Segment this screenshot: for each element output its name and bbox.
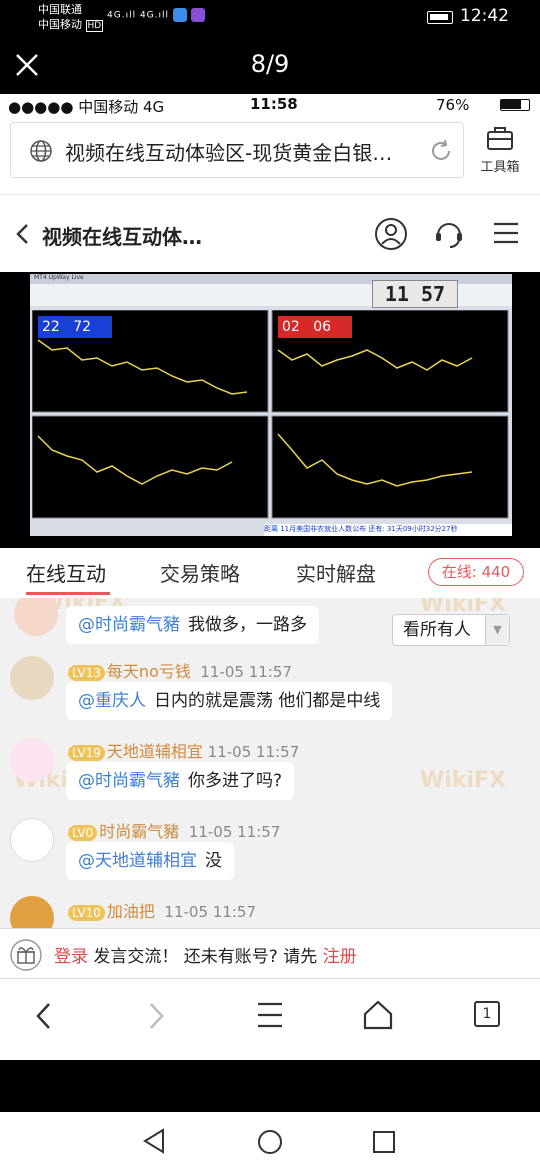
message-bubble: @时尚霸气豬 你多进了吗?: [66, 762, 295, 800]
message-meta: LV0 时尚霸气豬 11-05 11:57: [68, 818, 280, 842]
avatar[interactable]: [10, 656, 54, 700]
message-time: 11-05 11:57: [207, 743, 300, 761]
bid-price-1: 22: [42, 319, 60, 335]
register-link[interactable]: 注册: [323, 947, 357, 967]
view-all-label: 看所有人: [403, 620, 471, 640]
login-prompt-bar: 登录 发言交流！ 还未有账号? 请先 注册: [0, 928, 540, 978]
chat-list: WikiFX WikiFX WikiFX WikiFX @时尚霸气豬我做多，一路…: [0, 598, 540, 928]
chevron-down-icon: ▼: [485, 615, 509, 645]
user-icon[interactable]: [374, 217, 408, 251]
ask-price-1: 72: [73, 319, 92, 335]
trading-platform-window: MT4 UpWay Live 11 57 32 22 72 02 06 距离 1…: [30, 274, 512, 536]
watermark-logo: WikiFX: [420, 768, 506, 793]
mention-link[interactable]: @时尚霸气豬: [78, 771, 180, 791]
avatar[interactable]: [10, 738, 54, 782]
platform-clock: 11 57 32: [372, 280, 458, 332]
status-time: 12:42: [460, 6, 509, 26]
message-bubble: @天地道辅相宜没: [66, 842, 234, 880]
refresh-icon[interactable]: [429, 139, 453, 163]
message-meta: LV10 加油把 11-05 11:57: [68, 898, 256, 922]
avatar[interactable]: [10, 818, 54, 862]
message-text: 日内的就是震荡 他们都是中线: [154, 691, 381, 711]
avatar[interactable]: [14, 598, 58, 636]
forward-icon[interactable]: [146, 1001, 166, 1031]
quote-panel-1: 22 72: [38, 316, 112, 338]
recents-square-icon[interactable]: [372, 1130, 396, 1154]
viewer-bottom-bar: [0, 1060, 540, 1112]
toolbox-label: 工具箱: [480, 160, 520, 175]
app-header: 视频在线互动体…: [0, 194, 540, 270]
user-nickname[interactable]: 天地道辅相宜: [107, 742, 203, 761]
message-bubble: @时尚霸气豬 我做多，一路多: [66, 606, 319, 644]
carrier-info: 中国联通 中国移动 HD: [38, 3, 104, 32]
customer-service-icon[interactable]: [432, 217, 466, 251]
android-nav-bar: [0, 1112, 540, 1170]
chart-grid: [32, 310, 509, 519]
toolbox-button[interactable]: 工具箱: [470, 124, 530, 178]
mention-link[interactable]: @时尚霸气豬: [78, 615, 180, 635]
status-bar: 中国联通 中国移动 HD 4G.ıll 4G.ıll 12:42: [0, 0, 540, 36]
prompt-text: 发言交流！ 还未有账号? 请先: [88, 947, 323, 967]
address-bar[interactable]: 视频在线互动体验区-现货黄金白银…: [10, 122, 464, 178]
back-triangle-icon[interactable]: [142, 1128, 166, 1154]
header-title: 视频在线互动体…: [42, 225, 202, 249]
menu-icon[interactable]: [492, 221, 520, 245]
tab-live-analysis[interactable]: 实时解盘: [296, 558, 376, 587]
signal-icons: 4G.ıll 4G.ıll: [107, 8, 205, 22]
active-tab-indicator: [26, 592, 110, 595]
login-prompt-text: 登录 发言交流！ 还未有账号? 请先 注册: [54, 942, 357, 967]
ask-price-2: 06: [313, 319, 332, 335]
message-text: 你多进了吗?: [188, 771, 283, 791]
tab-bar: 在线互动 交易策略 实时解盘 在线: 440: [0, 548, 540, 598]
level-badge: LV0: [68, 825, 98, 841]
tabs-count-button[interactable]: 1: [474, 1001, 500, 1027]
level-badge: LV19: [68, 745, 105, 761]
message-bubble: @重庆人 日内的就是震荡 他们都是中线: [66, 682, 393, 720]
screenshot-content: ●●●●● 中国移动 4G 11:58 76% 视频在线互动体验区-现货黄金白银…: [0, 94, 540, 1060]
view-all-select[interactable]: 看所有人 ▼: [392, 614, 510, 646]
message-meta: LV19 天地道辅相宜 11-05 11:57: [68, 738, 299, 762]
online-count-badge: 在线: 440: [428, 558, 524, 586]
message-time: 11-05 11:57: [164, 903, 257, 921]
image-viewer-header: 8/9: [0, 36, 540, 94]
ios-status-bar: ●●●●● 中国移动 4G 11:58 76%: [0, 94, 540, 116]
login-link[interactable]: 登录: [54, 947, 88, 967]
tab-online-interaction[interactable]: 在线互动: [26, 558, 106, 587]
mention-link[interactable]: @重庆人: [78, 691, 146, 711]
browser-nav-bar: 1: [0, 978, 540, 1060]
user-nickname[interactable]: 时尚霸气豬: [99, 822, 179, 841]
tab-trading-strategy[interactable]: 交易策略: [160, 558, 240, 587]
battery-icon: [427, 11, 453, 24]
news-ticker: 距离 11月美国非农就业人数公布 还有: 31天09小时32分27秒: [264, 524, 512, 536]
message-meta: LV13 每天no亏钱 11-05 11:57: [68, 658, 292, 682]
message-text: 没: [205, 851, 222, 871]
level-badge: LV10: [68, 905, 105, 921]
globe-icon: [30, 140, 52, 162]
image-counter: 8/9: [250, 50, 290, 78]
quote-panel-2: 02 06: [278, 316, 352, 338]
user-nickname[interactable]: 每天no亏钱: [107, 662, 191, 681]
message-time: 11-05 11:57: [188, 823, 281, 841]
level-badge: LV13: [68, 665, 105, 681]
avatar[interactable]: [10, 896, 54, 928]
back-icon[interactable]: [14, 223, 32, 245]
home-icon[interactable]: [362, 999, 394, 1031]
gift-icon[interactable]: [10, 939, 42, 971]
video-player[interactable]: MT4 UpWay Live 11 57 32 22 72 02 06 距离 1…: [0, 272, 540, 548]
message-text: 我做多，一路多: [188, 615, 307, 635]
back-icon[interactable]: [34, 1001, 54, 1031]
mention-link[interactable]: @天地道辅相宜: [78, 851, 197, 871]
home-circle-icon[interactable]: [256, 1128, 284, 1156]
bid-price-2: 02: [282, 319, 300, 335]
toolbox-icon: [487, 127, 513, 150]
page-title-url: 视频在线互动体验区-现货黄金白银…: [65, 141, 393, 165]
menu-icon[interactable]: [256, 1001, 284, 1029]
user-nickname[interactable]: 加油把: [107, 902, 155, 921]
message-time: 11-05 11:57: [200, 663, 292, 681]
